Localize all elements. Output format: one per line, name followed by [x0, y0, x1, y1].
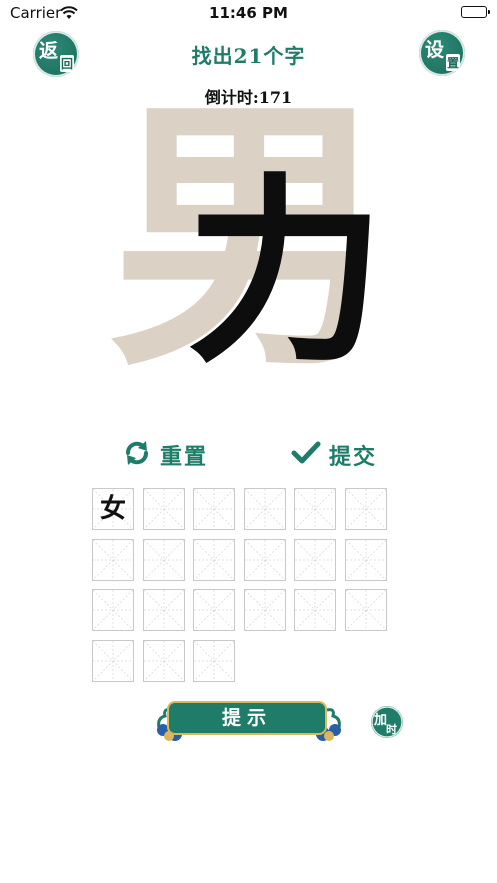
grid-cell-char — [144, 489, 184, 529]
hint-button[interactable]: 提示 — [155, 698, 343, 742]
add-time-button[interactable]: 加 时 — [369, 704, 405, 740]
grid-cell[interactable] — [294, 488, 336, 530]
grid-cell[interactable] — [294, 538, 336, 581]
grid-cell[interactable] — [193, 538, 235, 581]
grid-cell[interactable] — [193, 488, 235, 530]
settings-button-char: 设 — [425, 39, 445, 61]
grid-cell-char — [295, 590, 335, 630]
grid-cell-char — [245, 489, 285, 529]
puzzle-character: 男 力 — [100, 88, 400, 390]
battery-icon — [461, 6, 490, 18]
grid-cell-char — [346, 540, 386, 580]
grid-cell[interactable] — [243, 488, 286, 530]
reset-button[interactable]: 重置 — [122, 440, 208, 470]
grid-cell-char — [346, 590, 386, 630]
grid-cell[interactable] — [92, 639, 134, 682]
grid-cell[interactable] — [243, 538, 286, 581]
grid-cell-char — [295, 540, 335, 580]
grid-cell-char — [194, 489, 234, 529]
grid-cell-char — [194, 590, 234, 630]
submit-label: 提交 — [329, 444, 378, 470]
grid-cell-char — [144, 641, 184, 681]
grid-cell-char — [194, 540, 234, 580]
grid-cell[interactable] — [142, 589, 185, 631]
submit-button[interactable]: 提交 — [291, 440, 377, 470]
grid-cell-char — [194, 641, 234, 681]
grid-cell[interactable] — [294, 589, 336, 631]
settings-button[interactable]: 设 置 — [419, 30, 465, 76]
add-time-sub-char: 时 — [386, 723, 397, 736]
puzzle-highlight-char: 力 — [185, 155, 386, 390]
grid-cell[interactable] — [193, 639, 235, 682]
grid-cell[interactable] — [344, 488, 387, 530]
settings-button-sub-char: 置 — [445, 54, 460, 71]
grid-cell-char — [295, 489, 335, 529]
clock: 11:46 PM — [209, 4, 288, 22]
grid-cell[interactable] — [193, 589, 235, 631]
checkmark-icon — [291, 440, 321, 470]
grid-cell-char — [245, 540, 285, 580]
status-bar: Carrier 11:46 PM — [0, 0, 497, 24]
grid-cell-char — [144, 590, 184, 630]
grid-cell[interactable]: 女 — [92, 488, 134, 530]
grid-cell-char — [93, 590, 133, 630]
grid-cell[interactable] — [92, 589, 134, 631]
grid-cell-char: 女 — [99, 494, 126, 524]
grid-cell-char — [93, 641, 133, 681]
grid-cell[interactable] — [92, 538, 134, 581]
grid-cell-char — [245, 590, 285, 630]
grid-cell[interactable] — [344, 589, 387, 631]
grid-cell-char — [93, 540, 133, 580]
grid-cell[interactable] — [243, 589, 286, 631]
grid-cell[interactable] — [142, 639, 185, 682]
grid-cell[interactable] — [344, 538, 387, 581]
grid-cell-char — [144, 540, 184, 580]
hint-label: 提示 — [221, 707, 272, 729]
grid-cell[interactable] — [142, 488, 185, 530]
refresh-icon — [122, 438, 152, 472]
reset-label: 重置 — [160, 444, 209, 470]
grid-cell-char — [346, 489, 386, 529]
grid-cell[interactable] — [142, 538, 185, 581]
